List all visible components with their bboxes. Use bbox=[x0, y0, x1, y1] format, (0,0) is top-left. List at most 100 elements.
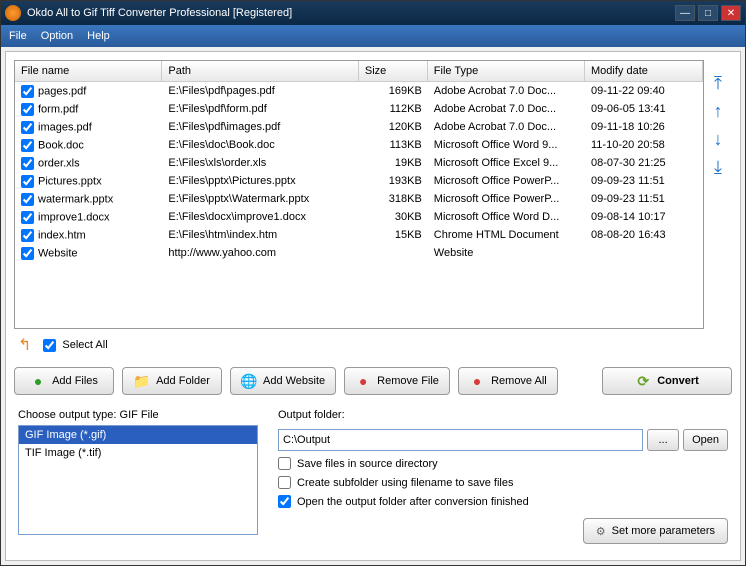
select-all-checkbox[interactable] bbox=[43, 339, 56, 352]
row-checkbox[interactable] bbox=[21, 139, 34, 152]
open-after-label: Open the output folder after conversion … bbox=[297, 496, 529, 508]
row-path: E:\Files\pdf\images.pdf bbox=[162, 120, 358, 134]
row-path: E:\Files\doc\Book.doc bbox=[162, 138, 358, 152]
output-folder-label: Output folder: bbox=[278, 409, 728, 421]
window-title: Okdo All to Gif Tiff Converter Professio… bbox=[27, 7, 675, 19]
row-date: 09-11-18 10:26 bbox=[585, 120, 703, 134]
maximize-button[interactable]: □ bbox=[698, 5, 718, 21]
table-row[interactable]: Book.docE:\Files\doc\Book.doc113KBMicros… bbox=[15, 136, 703, 154]
col-header-size[interactable]: Size bbox=[359, 61, 428, 81]
remove-all-icon: ● bbox=[469, 373, 485, 389]
remove-file-button[interactable]: ●Remove File bbox=[344, 367, 450, 395]
create-subfolder-checkbox[interactable] bbox=[278, 476, 291, 489]
row-checkbox[interactable] bbox=[21, 103, 34, 116]
output-type-option[interactable]: GIF Image (*.gif) bbox=[19, 426, 257, 444]
table-row[interactable]: index.htmE:\Files\htm\index.htm15KBChrom… bbox=[15, 226, 703, 244]
table-row[interactable]: form.pdfE:\Files\pdf\form.pdf112KBAdobe … bbox=[15, 100, 703, 118]
row-size: 120KB bbox=[359, 120, 428, 134]
save-in-source-row: Save files in source directory bbox=[278, 457, 728, 470]
output-folder-input[interactable] bbox=[278, 429, 643, 451]
row-date: 09-08-14 10:17 bbox=[585, 210, 703, 224]
move-top-icon[interactable]: ⤒ bbox=[714, 74, 722, 92]
row-checkbox[interactable] bbox=[21, 175, 34, 188]
menu-help[interactable]: Help bbox=[87, 30, 110, 42]
row-checkbox[interactable] bbox=[21, 211, 34, 224]
row-size: 112KB bbox=[359, 102, 428, 116]
table-row[interactable]: Pictures.pptxE:\Files\pptx\Pictures.pptx… bbox=[15, 172, 703, 190]
open-after-checkbox[interactable] bbox=[278, 495, 291, 508]
row-date: 08-07-30 21:25 bbox=[585, 156, 703, 170]
table-row[interactable]: order.xlsE:\Files\xls\order.xls19KBMicro… bbox=[15, 154, 703, 172]
output-type-panel: Choose output type: GIF File GIF Image (… bbox=[18, 409, 258, 544]
output-type-list[interactable]: GIF Image (*.gif)TIF Image (*.tif) bbox=[18, 425, 258, 535]
remove-all-button[interactable]: ●Remove All bbox=[458, 367, 558, 395]
table-row[interactable]: watermark.pptxE:\Files\pptx\Watermark.pp… bbox=[15, 190, 703, 208]
open-after-row: Open the output folder after conversion … bbox=[278, 495, 728, 508]
main-window: Okdo All to Gif Tiff Converter Professio… bbox=[0, 0, 746, 566]
col-header-date[interactable]: Modify date bbox=[585, 61, 703, 81]
row-checkbox[interactable] bbox=[21, 157, 34, 170]
file-table: File name Path Size File Type Modify dat… bbox=[14, 60, 704, 329]
add-website-button[interactable]: 🌐Add Website bbox=[230, 367, 336, 395]
row-path: E:\Files\docx\improve1.docx bbox=[162, 210, 358, 224]
row-checkbox[interactable] bbox=[21, 85, 34, 98]
bottom-panel: Choose output type: GIF File GIF Image (… bbox=[14, 401, 732, 552]
select-all-label: Select All bbox=[62, 339, 107, 351]
table-row[interactable]: pages.pdfE:\Files\pdf\pages.pdf169KBAdob… bbox=[15, 82, 703, 100]
globe-icon: 🌐 bbox=[241, 373, 257, 389]
row-checkbox[interactable] bbox=[21, 121, 34, 134]
select-all-row: ↰ Select All bbox=[14, 329, 732, 361]
up-arrow-icon: ↰ bbox=[18, 335, 31, 355]
col-header-path[interactable]: Path bbox=[162, 61, 358, 81]
row-date: 09-09-23 11:51 bbox=[585, 174, 703, 188]
table-row[interactable]: Websitehttp://www.yahoo.comWebsite bbox=[15, 244, 703, 262]
row-type: Chrome HTML Document bbox=[428, 228, 585, 242]
col-header-type[interactable]: File Type bbox=[428, 61, 585, 81]
row-date: 11-10-20 20:58 bbox=[585, 138, 703, 152]
table-row[interactable]: images.pdfE:\Files\pdf\images.pdf120KBAd… bbox=[15, 118, 703, 136]
params-btn-row: ⚙ Set more parameters bbox=[278, 518, 728, 544]
row-size: 193KB bbox=[359, 174, 428, 188]
move-up-icon[interactable]: ↑ bbox=[714, 102, 723, 120]
row-checkbox[interactable] bbox=[21, 229, 34, 242]
add-files-button[interactable]: ●Add Files bbox=[14, 367, 114, 395]
set-more-parameters-button[interactable]: ⚙ Set more parameters bbox=[583, 518, 728, 544]
row-type: Microsoft Office Excel 9... bbox=[428, 156, 585, 170]
row-type: Adobe Acrobat 7.0 Doc... bbox=[428, 84, 585, 98]
row-size: 113KB bbox=[359, 138, 428, 152]
row-path: E:\Files\htm\index.htm bbox=[162, 228, 358, 242]
row-date: 08-08-20 16:43 bbox=[585, 228, 703, 242]
row-date: 09-11-22 09:40 bbox=[585, 84, 703, 98]
row-checkbox[interactable] bbox=[21, 247, 34, 260]
menu-file[interactable]: File bbox=[9, 30, 27, 42]
row-path: E:\Files\pptx\Watermark.pptx bbox=[162, 192, 358, 206]
row-size: 318KB bbox=[359, 192, 428, 206]
output-type-option[interactable]: TIF Image (*.tif) bbox=[19, 444, 257, 462]
close-button[interactable]: ✕ bbox=[721, 5, 741, 21]
row-type: Website bbox=[428, 246, 585, 260]
add-folder-button[interactable]: 📁Add Folder bbox=[122, 367, 222, 395]
open-folder-button[interactable]: Open bbox=[683, 429, 728, 451]
plus-icon: ● bbox=[30, 373, 46, 389]
app-icon bbox=[5, 5, 21, 21]
row-path: E:\Files\pdf\form.pdf bbox=[162, 102, 358, 116]
convert-button[interactable]: ⟳Convert bbox=[602, 367, 732, 395]
convert-icon: ⟳ bbox=[635, 373, 651, 389]
row-path: http://www.yahoo.com bbox=[162, 246, 358, 260]
row-checkbox[interactable] bbox=[21, 193, 34, 206]
folder-icon: 📁 bbox=[134, 373, 150, 389]
move-down-icon[interactable]: ↓ bbox=[714, 130, 723, 148]
row-size: 19KB bbox=[359, 156, 428, 170]
browse-button[interactable]: ... bbox=[647, 429, 679, 451]
minimize-button[interactable]: — bbox=[675, 5, 695, 21]
move-bottom-icon[interactable]: ⤓ bbox=[714, 158, 722, 176]
row-path: E:\Files\pdf\pages.pdf bbox=[162, 84, 358, 98]
file-list-area: File name Path Size File Type Modify dat… bbox=[14, 60, 732, 329]
table-row[interactable]: improve1.docxE:\Files\docx\improve1.docx… bbox=[15, 208, 703, 226]
row-size: 15KB bbox=[359, 228, 428, 242]
menu-option[interactable]: Option bbox=[41, 30, 73, 42]
create-subfolder-label: Create subfolder using filename to save … bbox=[297, 477, 513, 489]
save-in-source-checkbox[interactable] bbox=[278, 457, 291, 470]
col-header-name[interactable]: File name bbox=[15, 61, 162, 81]
row-date: 09-09-23 11:51 bbox=[585, 192, 703, 206]
